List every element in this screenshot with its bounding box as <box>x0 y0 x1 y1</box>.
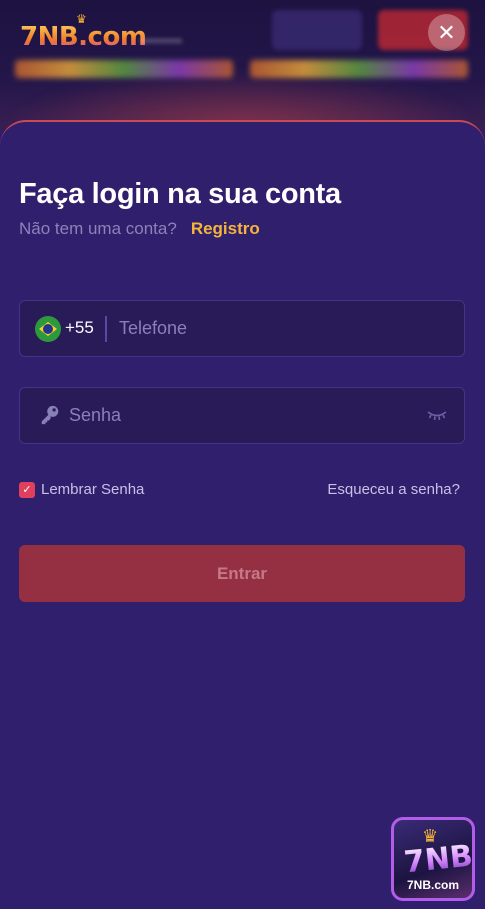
site-logo: 7NB.com ♛ <box>20 12 147 52</box>
no-account-text: Não tem uma conta? <box>19 219 177 238</box>
page-title: Faça login na sua conta <box>19 178 341 210</box>
close-button[interactable]: ✕ <box>428 14 465 51</box>
phone-input[interactable] <box>119 301 449 356</box>
brazil-flag-icon[interactable] <box>35 316 61 342</box>
background-header: 7NB.com ♛ ▬▬▬ <box>0 0 485 130</box>
eye-closed-icon[interactable] <box>427 408 447 422</box>
forgot-password-link[interactable]: Esqueceu a senha? <box>327 481 460 498</box>
badge-logo: 7NB <box>402 838 475 881</box>
background-banner <box>250 60 468 78</box>
login-button[interactable]: Entrar <box>19 545 465 602</box>
register-link[interactable]: Registro <box>191 219 260 239</box>
field-divider <box>105 316 107 342</box>
background-blurred-text: ▬▬▬ <box>140 30 182 46</box>
key-icon <box>41 405 59 425</box>
remember-password-checkbox[interactable]: ✓ Lembrar Senha <box>19 481 144 498</box>
checkmark-icon[interactable]: ✓ <box>19 481 35 498</box>
password-input[interactable] <box>69 388 409 443</box>
login-modal: Faça login na sua conta Não tem uma cont… <box>0 120 485 909</box>
background-banner <box>15 60 233 78</box>
phone-field: +55 <box>19 300 465 357</box>
badge-label: 7NB.com <box>406 878 459 892</box>
country-code[interactable]: +55 <box>65 318 94 338</box>
password-field <box>19 387 465 444</box>
close-icon: ✕ <box>437 19 456 45</box>
background-button <box>272 10 362 50</box>
crown-icon: ♛ <box>76 12 87 26</box>
remember-password-label: Lembrar Senha <box>41 481 145 498</box>
register-prompt: Não tem uma conta? Registro <box>19 219 260 239</box>
site-logo-text: 7NB.com <box>20 22 147 52</box>
app-download-badge[interactable]: ♛ 7NB 7NB.com <box>391 817 475 901</box>
